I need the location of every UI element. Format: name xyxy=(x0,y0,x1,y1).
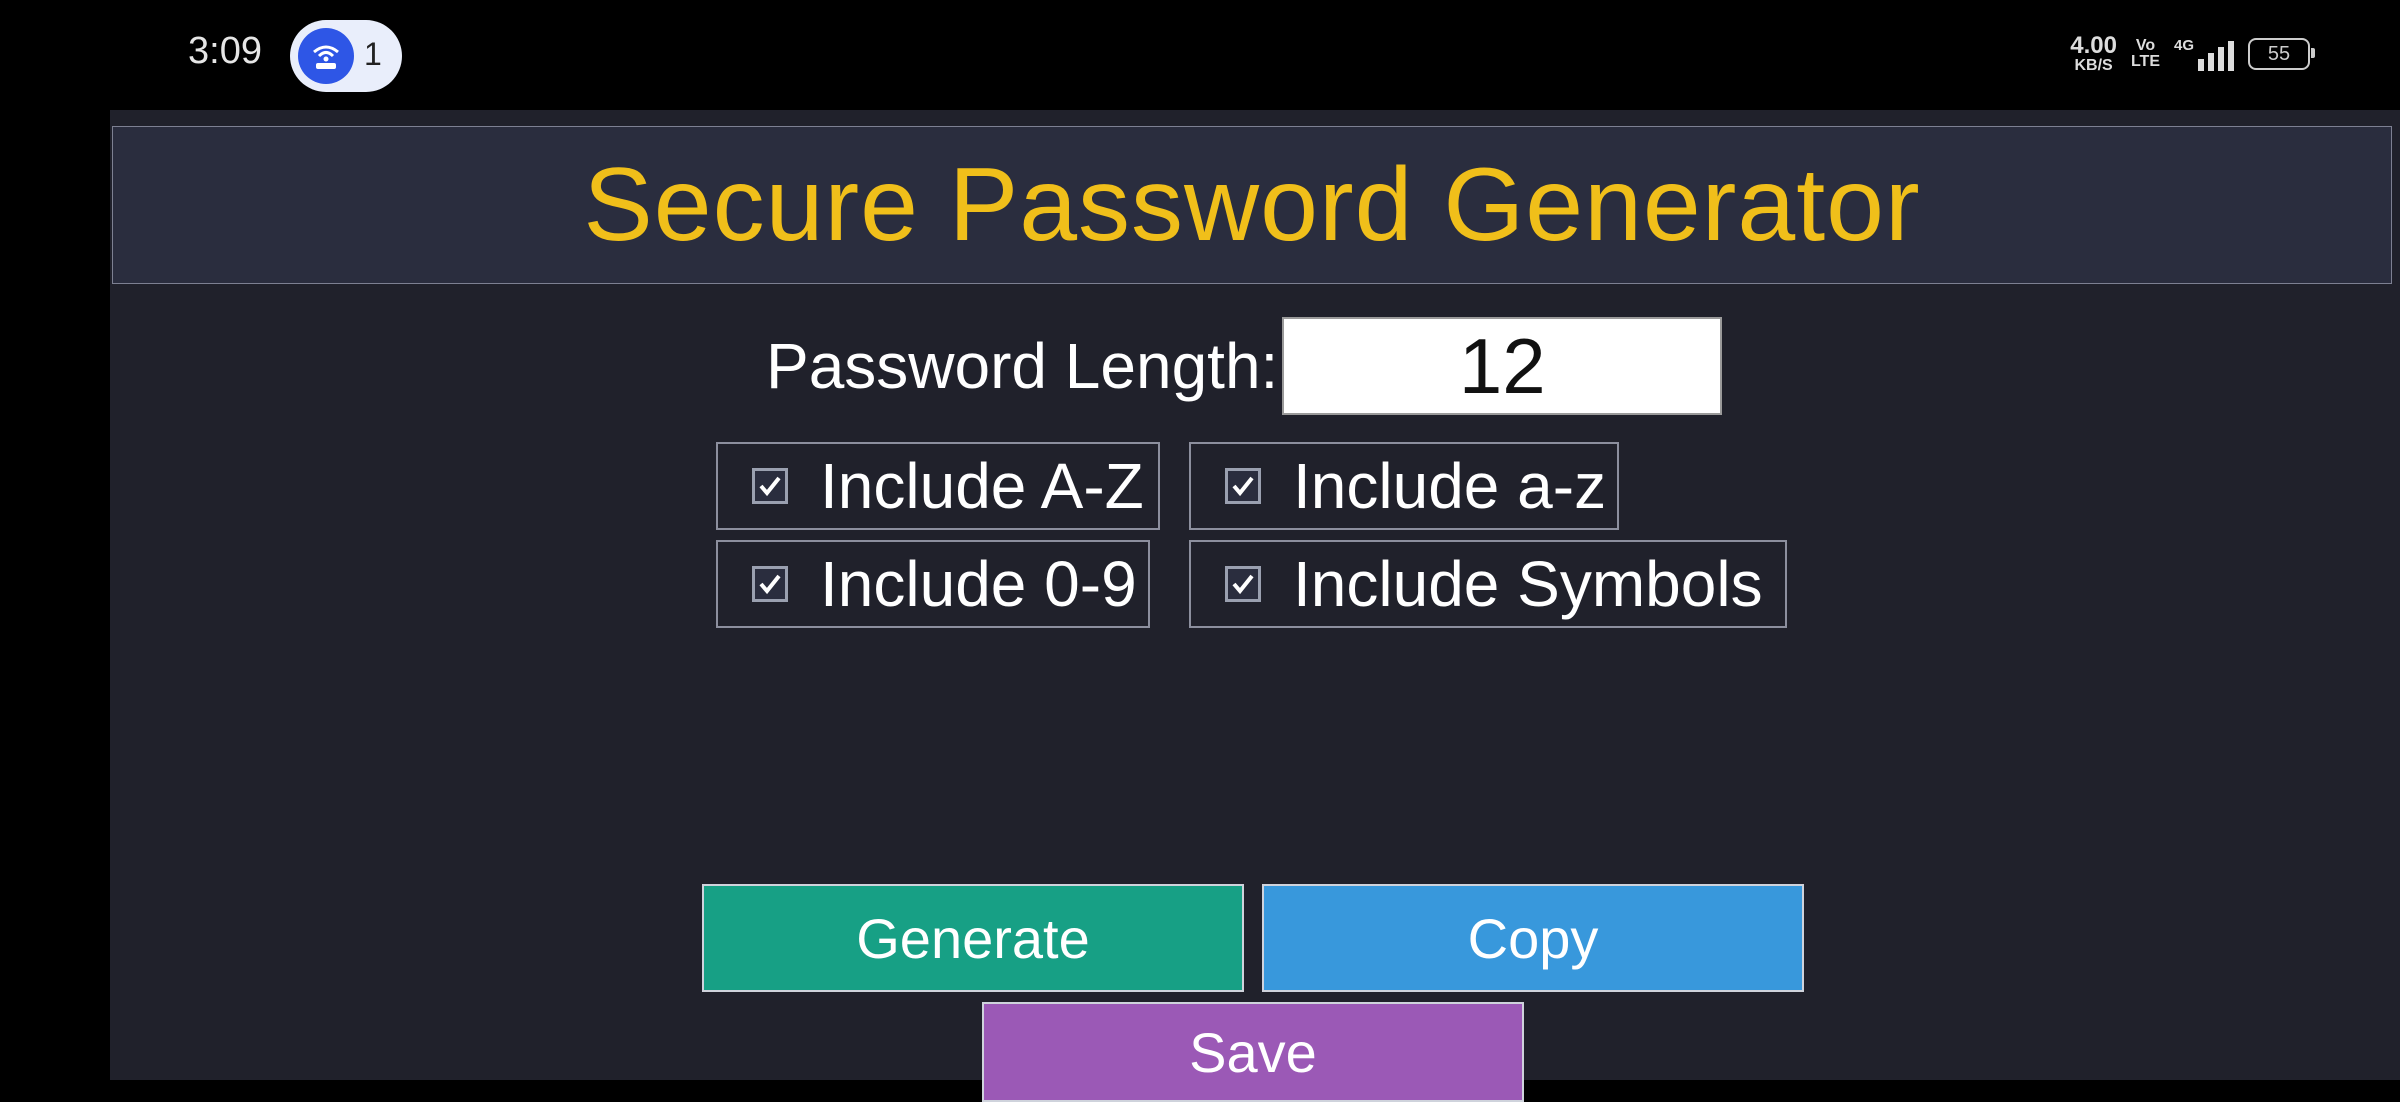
network-speed-value: 4.00 xyxy=(2070,32,2117,59)
signal-icon: 4G xyxy=(2174,37,2234,71)
volte-bottom: LTE xyxy=(2130,53,2160,70)
battery-icon: 55 xyxy=(2248,38,2315,70)
network-speed: 4.00 KB/S xyxy=(2070,34,2117,74)
checkbox-lowercase[interactable] xyxy=(1225,468,1261,504)
option-include-symbols[interactable]: Include Symbols xyxy=(1189,540,1787,628)
copy-button[interactable]: Copy xyxy=(1262,884,1804,992)
battery-level: 55 xyxy=(2267,42,2291,65)
network-type: 4G xyxy=(2173,37,2194,54)
checkmark-icon xyxy=(759,476,781,497)
option-label: Include a-z xyxy=(1293,450,1607,522)
volte-indicator: Vo LTE xyxy=(2131,38,2160,70)
checkmark-icon xyxy=(759,574,781,595)
password-length-input[interactable] xyxy=(1282,317,1723,415)
status-time: 3:09 xyxy=(188,30,262,72)
hotspot-indicator[interactable]: 1 xyxy=(290,20,402,92)
checkmark-icon xyxy=(1232,574,1254,595)
password-length-row: Password Length: xyxy=(766,316,1723,416)
page-title: Secure Password Generator xyxy=(583,146,1921,263)
wifi-hotspot-icon xyxy=(298,28,354,84)
checkbox-digits[interactable] xyxy=(752,566,788,602)
option-include-digits[interactable]: Include 0-9 xyxy=(716,540,1150,628)
checkbox-uppercase[interactable] xyxy=(752,468,788,504)
volte-top: Vo xyxy=(2135,37,2156,54)
save-button[interactable]: Save xyxy=(982,1002,1524,1102)
generate-button[interactable]: Generate xyxy=(702,884,1244,992)
network-speed-unit: KB/S xyxy=(2074,57,2113,74)
checkbox-symbols[interactable] xyxy=(1225,566,1261,602)
status-bar: 3:09 1 4.00 KB/S Vo LTE 4G 55 xyxy=(0,0,2400,110)
option-include-uppercase[interactable]: Include A-Z xyxy=(716,442,1160,530)
option-include-lowercase[interactable]: Include a-z xyxy=(1189,442,1619,530)
option-label: Include A-Z xyxy=(820,450,1144,522)
option-label: Include 0-9 xyxy=(820,548,1137,620)
header-banner: Secure Password Generator xyxy=(112,126,2392,284)
password-length-label: Password Length: xyxy=(766,330,1279,402)
status-indicators: 4.00 KB/S Vo LTE 4G 55 xyxy=(2070,30,2315,78)
checkmark-icon xyxy=(1232,476,1254,497)
hotspot-device-count: 1 xyxy=(364,36,382,72)
app-content: Secure Password Generator Password Lengt… xyxy=(110,110,2400,1102)
option-label: Include Symbols xyxy=(1293,548,1763,620)
